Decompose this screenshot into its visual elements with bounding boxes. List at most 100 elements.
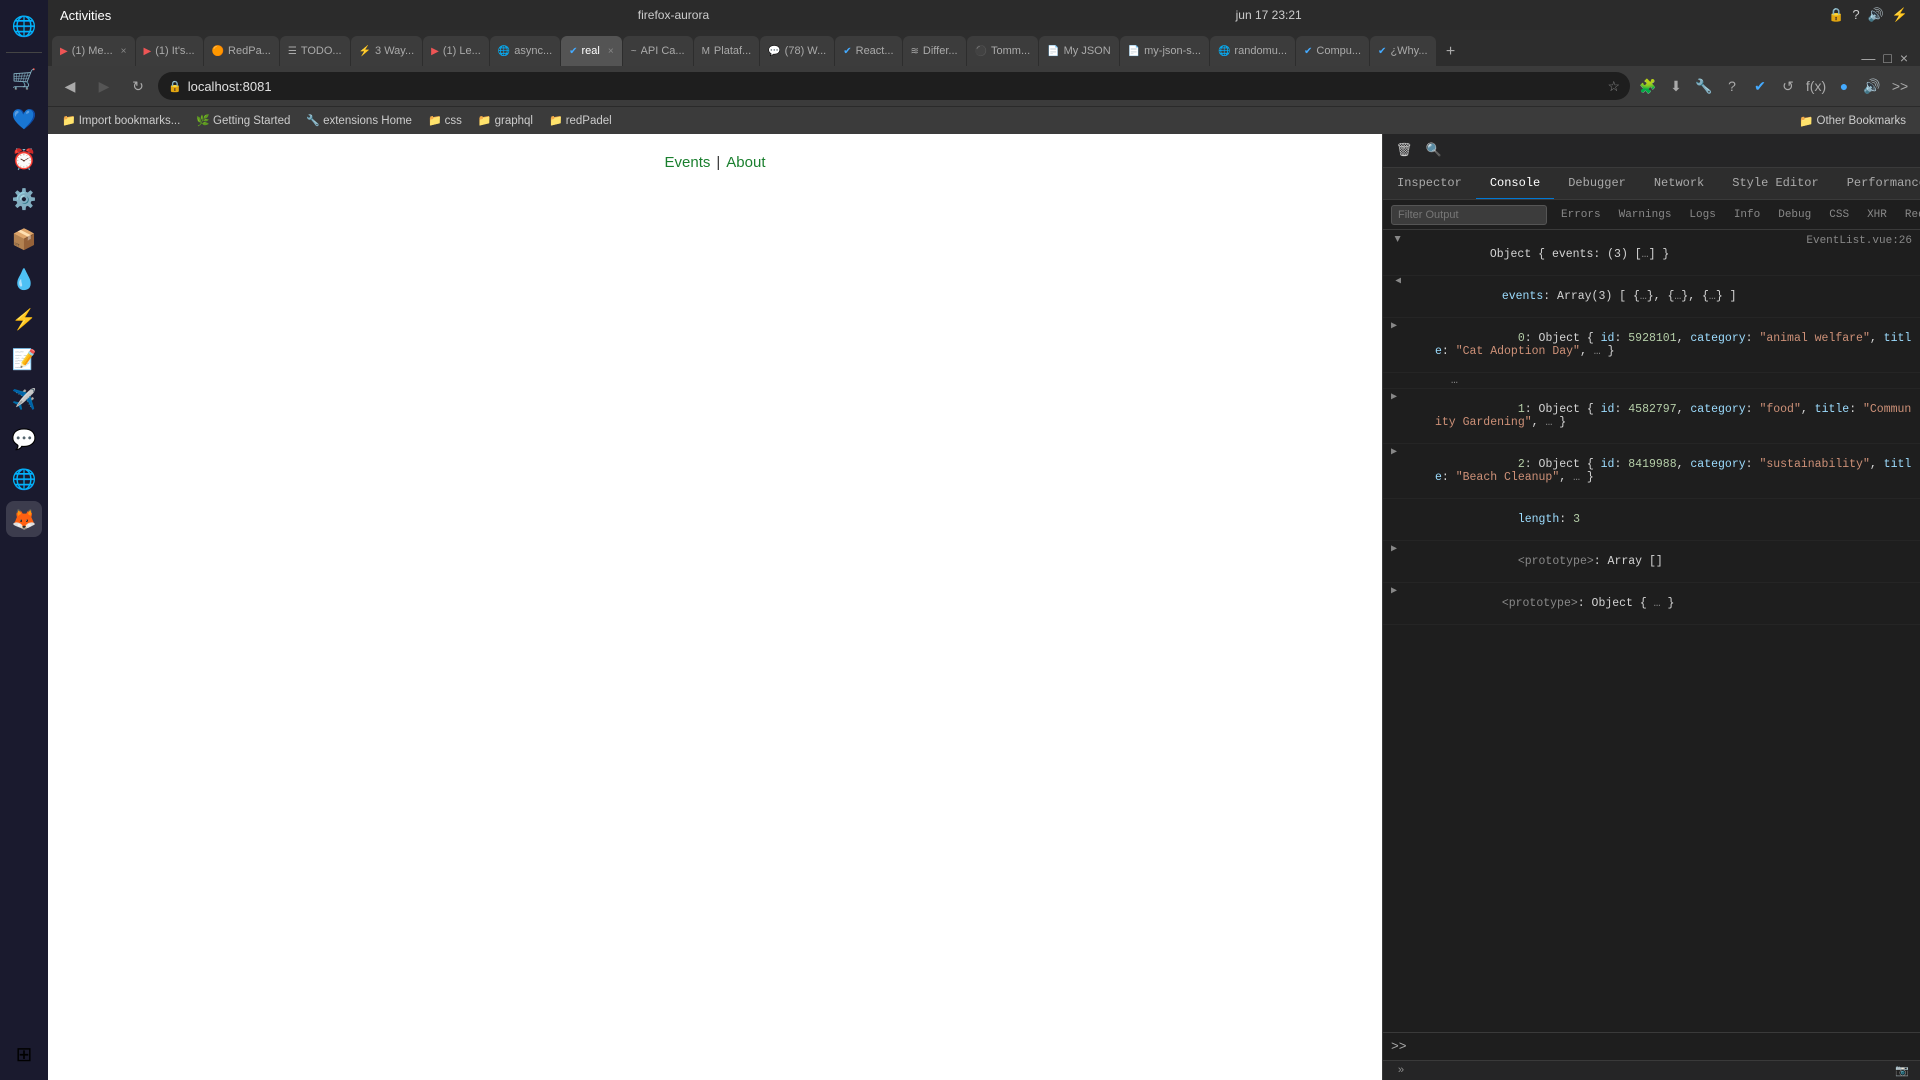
tab-10[interactable]: M Plataf... [694, 36, 760, 66]
dt-tab-style-editor[interactable]: Style Editor [1718, 168, 1832, 200]
taskbar-icon-writer[interactable]: 📝 [6, 341, 42, 377]
sync-icon[interactable]: ✔ [1748, 74, 1772, 98]
tab-14[interactable]: ⚫ Tomm... [967, 36, 1039, 66]
tab-label: Plataf... [714, 45, 751, 57]
maximize-button[interactable]: □ [1883, 50, 1891, 66]
tab-15[interactable]: 📄 My JSON [1039, 36, 1119, 66]
filter-warnings[interactable]: Warnings [1611, 207, 1680, 223]
back-button[interactable]: ◀ [56, 72, 84, 100]
bookmark-star-icon[interactable]: ☆ [1607, 78, 1620, 95]
reload-button[interactable]: ↻ [124, 72, 152, 100]
tab-6[interactable]: ▶ (1) Le... [423, 36, 489, 66]
filter-requests[interactable]: Requests [1897, 207, 1920, 223]
console-filter-input[interactable] [1391, 205, 1547, 225]
power-icon[interactable]: ⚡ [1892, 7, 1908, 23]
taskbar-icon-globe[interactable]: 🌐 [6, 8, 42, 44]
nav-link-events[interactable]: Events [665, 154, 711, 171]
tab-7[interactable]: 🌐 async... [490, 36, 560, 66]
tab-16[interactable]: 📄 my-json-s... [1120, 36, 1209, 66]
devtools-search-button[interactable]: 🔍 [1421, 138, 1447, 164]
bookmark-css[interactable]: 📁 css [422, 112, 468, 129]
taskbar-icon-telegram[interactable]: ✈️ [6, 381, 42, 417]
tab-12[interactable]: ✔ React... [835, 36, 901, 66]
devtools-clear-button[interactable]: 🗑 [1391, 138, 1417, 164]
expand-arrow-8[interactable]: ▶ [1391, 585, 1403, 597]
bookmark-extensions[interactable]: 🔧 extensions Home [300, 112, 418, 129]
dt-tab-performance[interactable]: Performance [1833, 168, 1920, 200]
expand-arrow-7[interactable]: ▶ [1391, 543, 1403, 555]
devtools-icon[interactable]: 🔧 [1692, 74, 1716, 98]
taskbar-icon-firefox[interactable]: 🦊 [6, 501, 42, 537]
taskbar-icon-vscode[interactable]: ⚡ [6, 301, 42, 337]
profile-icon[interactable]: f(x) [1804, 74, 1828, 98]
forward-button[interactable]: ▶ [90, 72, 118, 100]
tab-close[interactable]: × [121, 46, 127, 57]
tab-9[interactable]: ~ API Ca... [623, 36, 693, 66]
tab-favicon: ⚫ [975, 46, 987, 57]
nav-link-about[interactable]: About [726, 154, 765, 171]
taskbar-icon-shop[interactable]: 🛒 [6, 61, 42, 97]
filter-logs[interactable]: Logs [1681, 207, 1723, 223]
taskbar-icon-droplet[interactable]: 💧 [6, 261, 42, 297]
bookmarks-other[interactable]: 📁 Other Bookmarks [1793, 112, 1912, 130]
expand-arrow-5[interactable]: ▶ [1391, 446, 1403, 458]
bookmark-getting-started[interactable]: 🌿 Getting Started [190, 112, 296, 129]
console-input[interactable] [1413, 1040, 1912, 1054]
tab-8-active[interactable]: ✔ real × [561, 36, 622, 66]
address-bar[interactable]: 🔒 localhost:8081 ☆ [158, 72, 1630, 100]
more-tools-icon[interactable]: >> [1888, 74, 1912, 98]
tab-17[interactable]: 🌐 randomu... [1210, 36, 1295, 66]
dt-tab-debugger[interactable]: Debugger [1554, 168, 1640, 200]
taskbar-icon-package[interactable]: 📦 [6, 221, 42, 257]
tab-18[interactable]: ✔ Compu... [1296, 36, 1369, 66]
taskbar-icon-chrome[interactable]: 🌐 [6, 461, 42, 497]
filter-debug[interactable]: Debug [1770, 207, 1819, 223]
bookmark-redpadel[interactable]: 📁 redPadel [543, 112, 618, 129]
close-button[interactable]: × [1900, 50, 1908, 66]
help-nav-icon[interactable]: ? [1720, 74, 1744, 98]
help-icon[interactable]: ? [1852, 7, 1859, 23]
taskbar-icon-discord[interactable]: 💙 [6, 101, 42, 137]
new-tab-button[interactable]: + [1437, 38, 1465, 66]
bookmark-graphql[interactable]: 📁 graphql [472, 112, 539, 129]
filter-errors[interactable]: Errors [1553, 207, 1609, 223]
lock-system-icon: 🔒 [1828, 7, 1844, 23]
download-icon[interactable]: ⬇ [1664, 74, 1688, 98]
devtools-panel: 🗑 🔍 Inspector Console Debugger Network S… [1382, 134, 1920, 1080]
taskbar-icon-apps[interactable]: ⊞ [6, 1036, 42, 1072]
devtools-expand-bottom[interactable]: » [1391, 1061, 1411, 1080]
refresh-icon[interactable]: ↺ [1776, 74, 1800, 98]
tab-2[interactable]: ▶ (1) It's... [136, 36, 203, 66]
dt-tab-inspector[interactable]: Inspector [1383, 168, 1476, 200]
dt-tab-console[interactable]: Console [1476, 168, 1554, 200]
container-icon[interactable]: ● [1832, 74, 1856, 98]
tab-11[interactable]: 💬 (78) W... [760, 36, 834, 66]
console-line-4: ▶ 1: Object { id: 4582797, category: "fo… [1383, 389, 1920, 444]
minimize-button[interactable]: — [1861, 50, 1875, 66]
tab-close-active[interactable]: × [608, 46, 614, 57]
tab-19[interactable]: ✔ ¿Why... [1370, 36, 1435, 66]
tab-4[interactable]: ☰ TODO... [280, 36, 350, 66]
tab-1[interactable]: ▶ (1) Me... × [52, 36, 135, 66]
expand-arrow-2[interactable]: ▼ [1392, 278, 1403, 290]
activities-button[interactable]: Activities [60, 8, 111, 23]
expand-arrow-3[interactable]: ▶ [1391, 320, 1403, 332]
tab-5[interactable]: ⚡ 3 Way... [351, 36, 423, 66]
tab-favicon: ✔ [1304, 46, 1312, 57]
filter-info[interactable]: Info [1726, 207, 1768, 223]
tab-13[interactable]: ≋ Differ... [903, 36, 966, 66]
extensions-icon[interactable]: 🧩 [1636, 74, 1660, 98]
expand-arrow-1[interactable]: ▶ [1391, 236, 1403, 248]
taskbar-icon-slack[interactable]: 💬 [6, 421, 42, 457]
taskbar-icon-clock[interactable]: ⏰ [6, 141, 42, 177]
filter-css[interactable]: CSS [1821, 207, 1857, 223]
volume-icon[interactable]: 🔊 [1868, 7, 1884, 23]
devtools-screenshot-bottom[interactable]: 📷 [1892, 1061, 1912, 1080]
taskbar-icon-settings[interactable]: ⚙️ [6, 181, 42, 217]
filter-xhr[interactable]: XHR [1859, 207, 1895, 223]
tab-3[interactable]: 🟠 RedPa... [204, 36, 279, 66]
dt-tab-network[interactable]: Network [1640, 168, 1718, 200]
expand-arrow-4[interactable]: ▶ [1391, 391, 1403, 403]
bookmark-import[interactable]: 📁 Import bookmarks... [56, 112, 186, 129]
audio-icon[interactable]: 🔊 [1860, 74, 1884, 98]
